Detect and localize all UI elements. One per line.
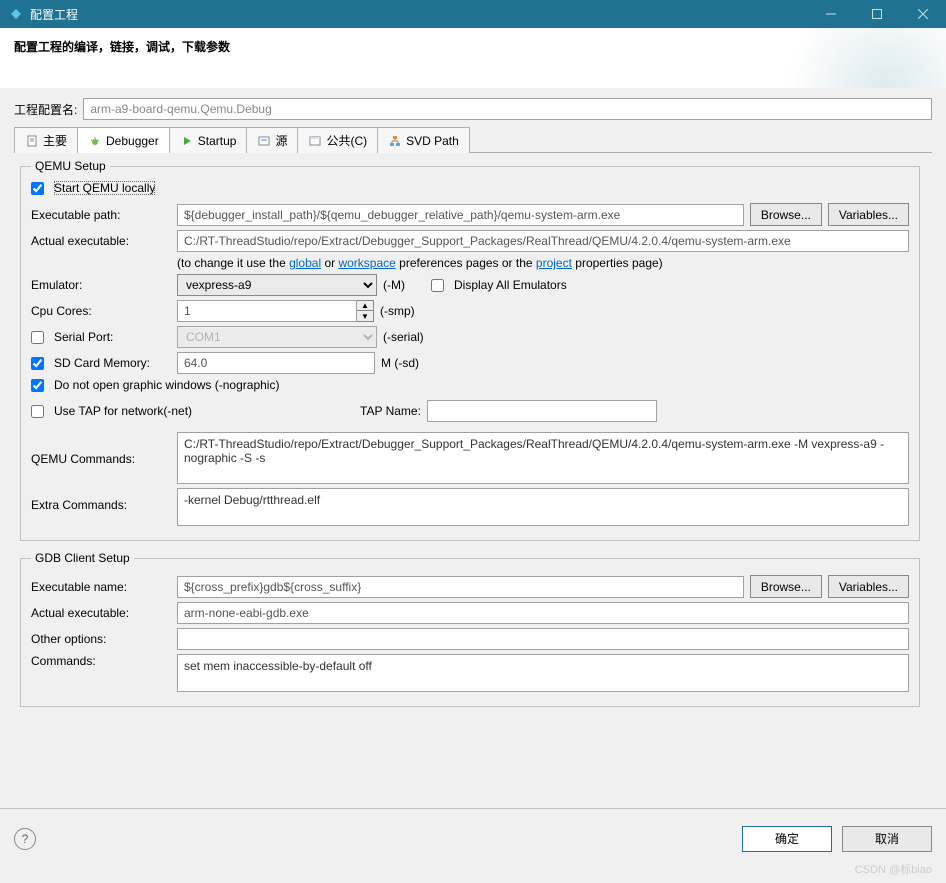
tree-icon [388,134,402,148]
document-icon [25,134,39,148]
serial-port-label: Serial Port: [54,330,113,344]
tab-debugger[interactable]: Debugger [77,127,170,153]
watermark: CSDN @标biao [855,861,932,877]
sd-card-label: SD Card Memory: [54,356,150,370]
display-all-label: Display All Emulators [454,278,567,292]
window-titlebar: 配置工程 [0,0,946,28]
tab-source[interactable]: 源 [246,127,298,153]
tap-checkbox[interactable] [31,405,44,418]
tap-label: Use TAP for network(-net) [54,404,354,418]
exec-path-input[interactable] [177,204,744,226]
start-qemu-checkbox[interactable] [31,182,44,195]
gdb-other-label: Other options: [31,632,171,646]
gdb-cmds-label: Commands: [31,654,171,668]
emulator-select[interactable]: vexpress-a9 [177,274,377,296]
gdb-exec-name-input[interactable] [177,576,744,598]
close-button[interactable] [900,0,946,28]
cancel-button[interactable]: 取消 [842,826,932,852]
exec-path-label: Executable path: [31,208,171,222]
tap-name-input[interactable] [427,400,657,422]
source-icon [257,134,271,148]
app-icon [8,6,24,22]
display-all-checkbox[interactable] [431,279,444,292]
gdb-other-input[interactable] [177,628,909,650]
config-name-row: 工程配置名: [14,98,932,120]
sd-card-unit: M (-sd) [381,356,419,370]
project-link[interactable]: project [536,256,572,270]
gdb-setup-legend: GDB Client Setup [31,551,134,565]
window-icon [308,134,322,148]
serial-port-checkbox[interactable] [31,331,44,344]
gdb-actual-exec-field [177,602,909,624]
tab-content-scroll[interactable]: QEMU Setup Start QEMU locally Executable… [14,153,932,808]
chevron-down-icon[interactable]: ▼ [357,311,373,321]
qemu-cmds-label: QEMU Commands: [31,432,171,466]
play-icon [180,134,194,148]
serial-port-flag: (-serial) [383,330,424,344]
ok-button[interactable]: 确定 [742,826,832,852]
bug-icon [88,134,102,148]
gdb-variables-button[interactable]: Variables... [828,575,909,598]
gdb-setup-group: GDB Client Setup Executable name: Browse… [20,551,920,707]
cpu-cores-flag: (-smp) [380,304,415,318]
gdb-browse-button[interactable]: Browse... [750,575,822,598]
tab-public-label: 公共(C) [326,132,367,149]
emulator-label: Emulator: [31,278,171,292]
nographic-label: Do not open graphic windows (-nographic) [54,378,279,392]
sd-card-checkbox[interactable] [31,357,44,370]
actual-exec-field [177,230,909,252]
exec-path-variables-button[interactable]: Variables... [828,203,909,226]
cpu-cores-spinner[interactable]: ▲▼ [177,300,374,322]
change-hint: (to change it use the global or workspac… [177,256,909,270]
config-name-input[interactable] [83,98,932,120]
emulator-flag: (-M) [383,278,425,292]
tab-svd-label: SVD Path [406,134,459,148]
content-area: 工程配置名: 主要 Debugger Startup 源 公共(C) SVD P… [0,88,946,808]
exec-path-browse-button[interactable]: Browse... [750,203,822,226]
start-qemu-label: Start QEMU locally [54,181,155,195]
question-icon: ? [22,832,29,846]
dialog-footer: ? 确定 取消 [0,808,946,868]
page-header: 配置工程的编译，链接，调试，下载参数 [0,28,946,88]
tab-startup[interactable]: Startup [169,127,248,153]
config-name-label: 工程配置名: [14,101,77,118]
gdb-cmds-textarea[interactable]: set mem inaccessible-by-default off [177,654,909,692]
workspace-link[interactable]: workspace [338,256,395,270]
help-button[interactable]: ? [14,828,36,850]
qemu-cmds-textarea: C:/RT-ThreadStudio/repo/Extract/Debugger… [177,432,909,484]
tab-public[interactable]: 公共(C) [297,127,378,153]
tab-main-label: 主要 [43,132,67,149]
maximize-button[interactable] [854,0,900,28]
minimize-button[interactable] [808,0,854,28]
global-link[interactable]: global [289,256,321,270]
nographic-checkbox[interactable] [31,379,44,392]
actual-exec-label: Actual executable: [31,234,171,248]
qemu-setup-legend: QEMU Setup [31,159,110,173]
serial-port-select: COM1 [177,326,377,348]
tab-source-label: 源 [275,132,287,149]
tab-debugger-label: Debugger [106,134,159,148]
gdb-exec-name-label: Executable name: [31,580,171,594]
tab-svd[interactable]: SVD Path [377,127,470,153]
tab-startup-label: Startup [198,134,237,148]
chevron-up-icon[interactable]: ▲ [357,301,373,311]
extra-cmds-label: Extra Commands: [31,488,171,512]
qemu-setup-group: QEMU Setup Start QEMU locally Executable… [20,159,920,541]
gdb-actual-exec-label: Actual executable: [31,606,171,620]
window-title: 配置工程 [30,6,808,23]
tab-bar: 主要 Debugger Startup 源 公共(C) SVD Path [14,126,932,153]
page-title: 配置工程的编译，链接，调试，下载参数 [14,40,230,54]
tab-main[interactable]: 主要 [14,127,78,153]
cpu-cores-label: Cpu Cores: [31,304,171,318]
sd-card-input[interactable] [177,352,375,374]
tap-name-label: TAP Name: [360,404,421,418]
extra-cmds-textarea[interactable]: -kernel Debug/rtthread.elf [177,488,909,526]
